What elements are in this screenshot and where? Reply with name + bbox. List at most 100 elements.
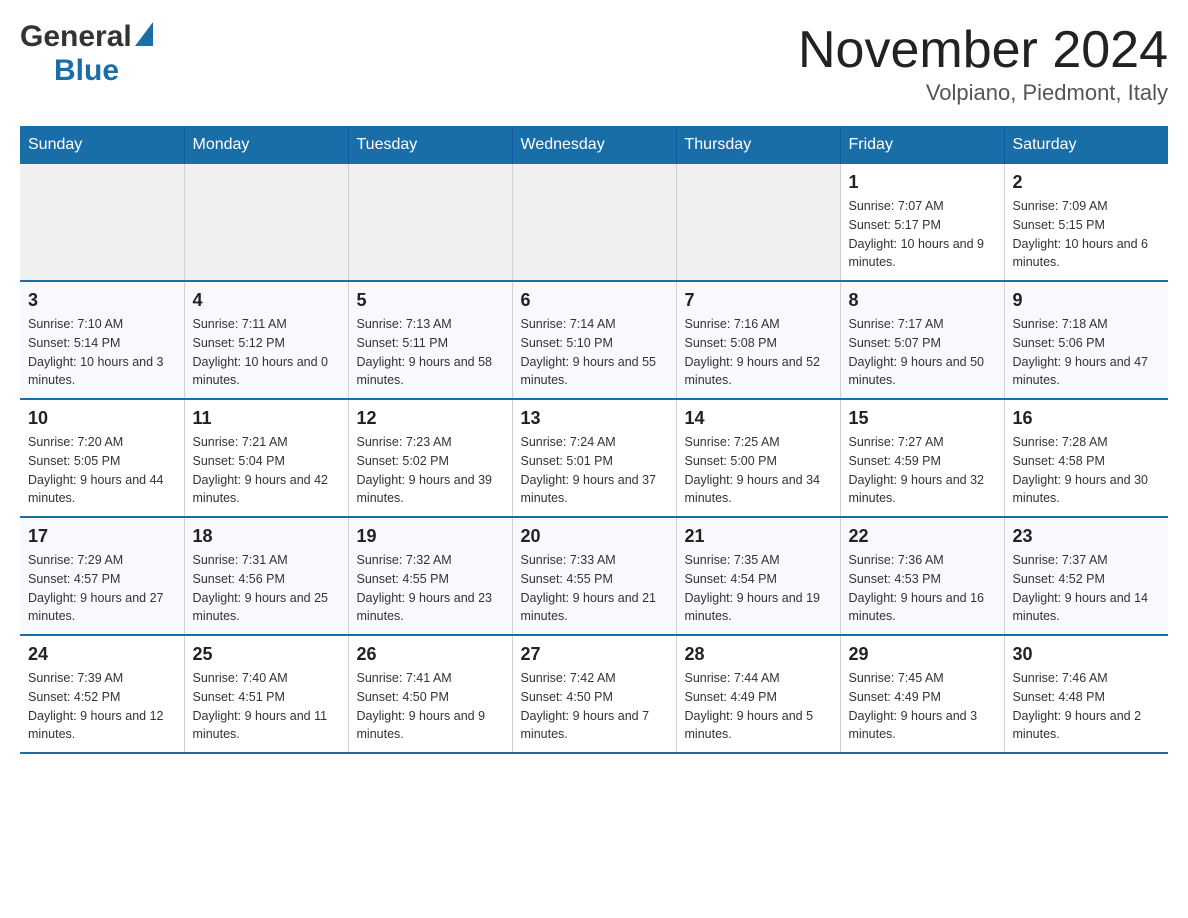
table-row: 4 Sunrise: 7:11 AM Sunset: 5:12 PM Daylig… xyxy=(184,281,348,399)
day-number: 18 xyxy=(193,526,340,547)
calendar-week-row: 24 Sunrise: 7:39 AM Sunset: 4:52 PM Dayli… xyxy=(20,635,1168,753)
table-row: 24 Sunrise: 7:39 AM Sunset: 4:52 PM Dayli… xyxy=(20,635,184,753)
day-number: 1 xyxy=(849,172,996,193)
day-info: Sunrise: 7:28 AM Sunset: 4:58 PM Dayligh… xyxy=(1013,433,1161,508)
table-row: 8 Sunrise: 7:17 AM Sunset: 5:07 PM Daylig… xyxy=(840,281,1004,399)
day-info: Sunrise: 7:11 AM Sunset: 5:12 PM Dayligh… xyxy=(193,315,340,390)
day-number: 14 xyxy=(685,408,832,429)
table-row: 2Sunrise: 7:09 AM Sunset: 5:15 PM Daylig… xyxy=(1004,164,1168,281)
table-row xyxy=(348,164,512,281)
day-number: 16 xyxy=(1013,408,1161,429)
day-info: Sunrise: 7:17 AM Sunset: 5:07 PM Dayligh… xyxy=(849,315,996,390)
logo-triangle-icon xyxy=(135,22,153,51)
day-info: Sunrise: 7:20 AM Sunset: 5:05 PM Dayligh… xyxy=(28,433,176,508)
table-row: 1 Sunrise: 7:07 AM Sunset: 5:17 PM Daylig… xyxy=(840,164,1004,281)
table-row: 30 Sunrise: 7:46 AM Sunset: 4:48 PM Dayli… xyxy=(1004,635,1168,753)
table-row: 16 Sunrise: 7:28 AM Sunset: 4:58 PM Dayli… xyxy=(1004,399,1168,517)
day-info: Sunrise: 7:41 AM Sunset: 4:50 PM Dayligh… xyxy=(357,669,504,744)
day-info: Sunrise: 7:44 AM Sunset: 4:49 PM Dayligh… xyxy=(685,669,832,744)
day-info: Sunrise: 7:24 AM Sunset: 5:01 PM Dayligh… xyxy=(521,433,668,508)
table-row: 13 Sunrise: 7:24 AM Sunset: 5:01 PM Dayli… xyxy=(512,399,676,517)
day-number: 27 xyxy=(521,644,668,665)
table-row: 27 Sunrise: 7:42 AM Sunset: 4:50 PM Dayli… xyxy=(512,635,676,753)
table-row xyxy=(512,164,676,281)
col-tuesday: Tuesday xyxy=(348,126,512,164)
table-row: 10 Sunrise: 7:20 AM Sunset: 5:05 PM Dayli… xyxy=(20,399,184,517)
table-row: 20 Sunrise: 7:33 AM Sunset: 4:55 PM Dayli… xyxy=(512,517,676,635)
day-number: 23 xyxy=(1013,526,1161,547)
calendar-week-row: 17Sunrise: 7:29 AM Sunset: 4:57 PM Dayli… xyxy=(20,517,1168,635)
table-row: 18 Sunrise: 7:31 AM Sunset: 4:56 PM Dayli… xyxy=(184,517,348,635)
day-number: 5 xyxy=(357,290,504,311)
col-monday: Monday xyxy=(184,126,348,164)
calendar-week-row: 1 Sunrise: 7:07 AM Sunset: 5:17 PM Daylig… xyxy=(20,164,1168,281)
calendar-week-row: 3Sunrise: 7:10 AM Sunset: 5:14 PM Daylig… xyxy=(20,281,1168,399)
col-saturday: Saturday xyxy=(1004,126,1168,164)
day-info: Sunrise: 7:07 AM Sunset: 5:17 PM Dayligh… xyxy=(849,197,996,272)
table-row: 12 Sunrise: 7:23 AM Sunset: 5:02 PM Dayli… xyxy=(348,399,512,517)
day-number: 12 xyxy=(357,408,504,429)
day-info: Sunrise: 7:25 AM Sunset: 5:00 PM Dayligh… xyxy=(685,433,832,508)
calendar-table: Sunday Monday Tuesday Wednesday Thursday… xyxy=(20,126,1168,754)
table-row: 23 Sunrise: 7:37 AM Sunset: 4:52 PM Dayli… xyxy=(1004,517,1168,635)
day-info: Sunrise: 7:32 AM Sunset: 4:55 PM Dayligh… xyxy=(357,551,504,626)
day-number: 21 xyxy=(685,526,832,547)
day-info: Sunrise: 7:16 AM Sunset: 5:08 PM Dayligh… xyxy=(685,315,832,390)
col-wednesday: Wednesday xyxy=(512,126,676,164)
day-number: 6 xyxy=(521,290,668,311)
day-number: 26 xyxy=(357,644,504,665)
logo-blue-text: Blue xyxy=(54,54,119,88)
day-number: 29 xyxy=(849,644,996,665)
logo: General Blue xyxy=(20,20,153,88)
day-info: Sunrise: 7:23 AM Sunset: 5:02 PM Dayligh… xyxy=(357,433,504,508)
table-row: 14 Sunrise: 7:25 AM Sunset: 5:00 PM Dayli… xyxy=(676,399,840,517)
day-number: 20 xyxy=(521,526,668,547)
table-row: 17Sunrise: 7:29 AM Sunset: 4:57 PM Dayli… xyxy=(20,517,184,635)
day-info: Sunrise: 7:13 AM Sunset: 5:11 PM Dayligh… xyxy=(357,315,504,390)
day-number: 11 xyxy=(193,408,340,429)
table-row: 5 Sunrise: 7:13 AM Sunset: 5:11 PM Daylig… xyxy=(348,281,512,399)
day-number: 13 xyxy=(521,408,668,429)
day-number: 30 xyxy=(1013,644,1161,665)
location-title: Volpiano, Piedmont, Italy xyxy=(798,80,1168,106)
day-number: 17 xyxy=(28,526,176,547)
day-number: 15 xyxy=(849,408,996,429)
table-row: 9Sunrise: 7:18 AM Sunset: 5:06 PM Daylig… xyxy=(1004,281,1168,399)
day-number: 10 xyxy=(28,408,176,429)
day-info: Sunrise: 7:18 AM Sunset: 5:06 PM Dayligh… xyxy=(1013,315,1161,390)
day-info: Sunrise: 7:14 AM Sunset: 5:10 PM Dayligh… xyxy=(521,315,668,390)
day-number: 2 xyxy=(1013,172,1161,193)
col-sunday: Sunday xyxy=(20,126,184,164)
day-info: Sunrise: 7:37 AM Sunset: 4:52 PM Dayligh… xyxy=(1013,551,1161,626)
calendar-week-row: 10 Sunrise: 7:20 AM Sunset: 5:05 PM Dayli… xyxy=(20,399,1168,517)
title-area: November 2024 Volpiano, Piedmont, Italy xyxy=(798,20,1168,106)
calendar-header-row: Sunday Monday Tuesday Wednesday Thursday… xyxy=(20,126,1168,164)
table-row: 28 Sunrise: 7:44 AM Sunset: 4:49 PM Dayli… xyxy=(676,635,840,753)
day-info: Sunrise: 7:46 AM Sunset: 4:48 PM Dayligh… xyxy=(1013,669,1161,744)
table-row: 25Sunrise: 7:40 AM Sunset: 4:51 PM Dayli… xyxy=(184,635,348,753)
day-info: Sunrise: 7:39 AM Sunset: 4:52 PM Dayligh… xyxy=(28,669,176,744)
day-info: Sunrise: 7:45 AM Sunset: 4:49 PM Dayligh… xyxy=(849,669,996,744)
table-row: 6 Sunrise: 7:14 AM Sunset: 5:10 PM Daylig… xyxy=(512,281,676,399)
day-number: 28 xyxy=(685,644,832,665)
day-info: Sunrise: 7:42 AM Sunset: 4:50 PM Dayligh… xyxy=(521,669,668,744)
table-row: 22Sunrise: 7:36 AM Sunset: 4:53 PM Dayli… xyxy=(840,517,1004,635)
col-friday: Friday xyxy=(840,126,1004,164)
table-row xyxy=(184,164,348,281)
day-info: Sunrise: 7:31 AM Sunset: 4:56 PM Dayligh… xyxy=(193,551,340,626)
table-row xyxy=(20,164,184,281)
day-info: Sunrise: 7:27 AM Sunset: 4:59 PM Dayligh… xyxy=(849,433,996,508)
day-number: 19 xyxy=(357,526,504,547)
day-number: 4 xyxy=(193,290,340,311)
table-row: 19 Sunrise: 7:32 AM Sunset: 4:55 PM Dayli… xyxy=(348,517,512,635)
day-number: 3 xyxy=(28,290,176,311)
table-row: 26 Sunrise: 7:41 AM Sunset: 4:50 PM Dayli… xyxy=(348,635,512,753)
day-info: Sunrise: 7:40 AM Sunset: 4:51 PM Dayligh… xyxy=(193,669,340,744)
day-info: Sunrise: 7:35 AM Sunset: 4:54 PM Dayligh… xyxy=(685,551,832,626)
day-number: 24 xyxy=(28,644,176,665)
col-thursday: Thursday xyxy=(676,126,840,164)
table-row: 21 Sunrise: 7:35 AM Sunset: 4:54 PM Dayli… xyxy=(676,517,840,635)
day-number: 8 xyxy=(849,290,996,311)
table-row: 11Sunrise: 7:21 AM Sunset: 5:04 PM Dayli… xyxy=(184,399,348,517)
day-info: Sunrise: 7:33 AM Sunset: 4:55 PM Dayligh… xyxy=(521,551,668,626)
